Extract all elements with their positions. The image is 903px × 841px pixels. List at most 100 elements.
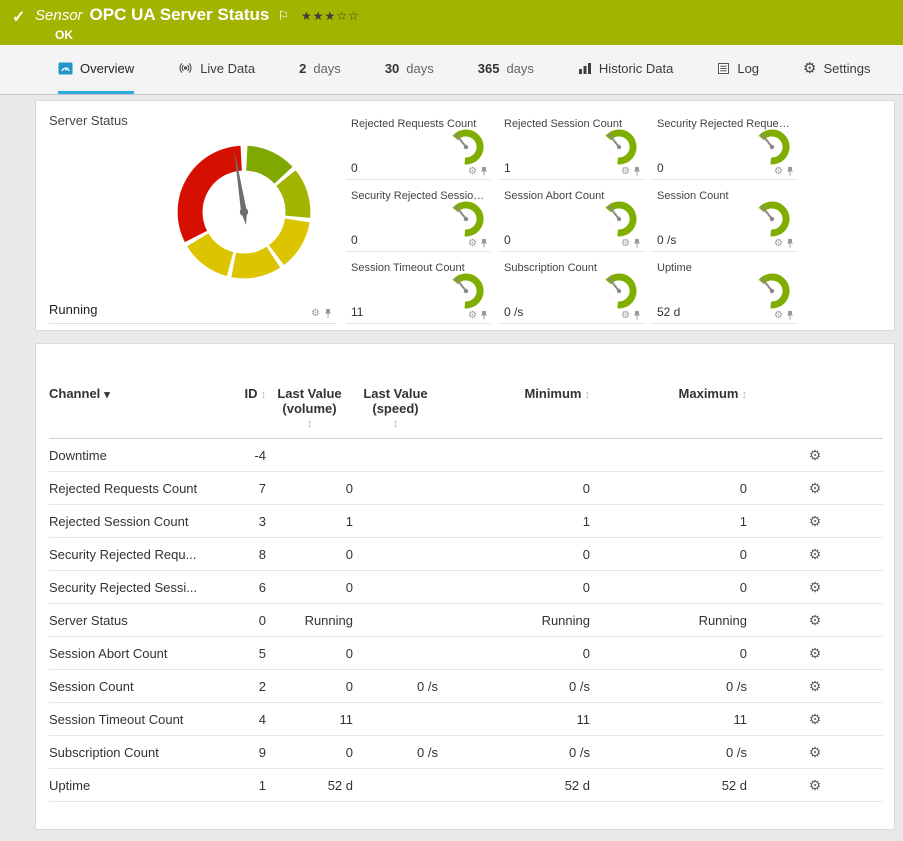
tab-365-days[interactable]: 365 days xyxy=(478,45,534,94)
tab-30-days[interactable]: 30 days xyxy=(385,45,434,94)
sensor-title-row: Sensor OPC UA Server Status ⚐ ★★★☆☆ xyxy=(35,5,360,25)
tab-settings[interactable]: ⚙ Settings xyxy=(803,45,870,94)
table-row: Downtime -4 ⚙ xyxy=(49,439,883,472)
channel-settings-gear-icon[interactable]: ⚙ xyxy=(809,711,822,727)
tab-2-days[interactable]: 2 days xyxy=(299,45,341,94)
pin-icon[interactable] xyxy=(323,308,333,319)
channel-settings-gear-icon[interactable]: ⚙ xyxy=(809,546,822,562)
pin-icon[interactable] xyxy=(632,166,642,177)
mini-gauge-actions: ⚙ xyxy=(774,166,795,177)
channel-settings-gear-icon[interactable]: ⚙ xyxy=(809,645,822,661)
column-header-last-value-speed[interactable]: Last Value (speed)↕ xyxy=(353,386,438,439)
channel-settings-gear-icon[interactable]: ⚙ xyxy=(809,513,822,529)
channel-settings-gear-icon[interactable]: ⚙ xyxy=(809,777,822,793)
mini-gauge xyxy=(446,198,486,238)
star-icon[interactable]: ★ xyxy=(325,9,337,23)
last-value-volume-cell: 0 xyxy=(266,670,353,703)
last-value-volume-cell: 52 d xyxy=(266,769,353,802)
maximum-cell: Running xyxy=(590,604,747,637)
column-header-last-value-volume[interactable]: Last Value (volume)↕ xyxy=(266,386,353,439)
tab-365-days-number: 365 xyxy=(478,61,500,76)
channel-settings-gear-icon[interactable]: ⚙ xyxy=(809,744,822,760)
gear-icon[interactable]: ⚙ xyxy=(774,167,783,177)
channel-cell: Security Rejected Requ... xyxy=(49,538,211,571)
tab-historic-data[interactable]: Historic Data xyxy=(578,45,673,94)
maximum-cell: 0 xyxy=(590,571,747,604)
channel-table: Channel▾ ID↕ Last Value (volume)↕ Last V… xyxy=(49,386,883,802)
channel-cell: Session Count xyxy=(49,670,211,703)
minimum-cell: 0 xyxy=(438,538,590,571)
tab-live-data[interactable]: Live Data xyxy=(178,45,255,94)
last-value-speed-cell: 0 /s xyxy=(353,736,438,769)
id-cell: 6 xyxy=(211,571,266,604)
maximum-cell: 0 xyxy=(590,637,747,670)
gear-icon[interactable]: ⚙ xyxy=(621,167,630,177)
channel-settings-gear-icon[interactable]: ⚙ xyxy=(809,678,822,694)
mini-gauge-value: 1 xyxy=(504,161,511,175)
minimum-cell: 11 xyxy=(438,703,590,736)
pin-icon[interactable] xyxy=(785,310,795,321)
pin-icon[interactable] xyxy=(479,310,489,321)
gear-icon[interactable]: ⚙ xyxy=(468,167,477,177)
tab-live-data-label: Live Data xyxy=(200,61,255,76)
column-header-id[interactable]: ID↕ xyxy=(211,386,266,439)
star-icon[interactable]: ☆ xyxy=(336,9,348,23)
id-cell: 7 xyxy=(211,472,266,505)
star-icon[interactable]: ★ xyxy=(313,9,325,23)
gear-icon[interactable]: ⚙ xyxy=(468,311,477,321)
priority-stars[interactable]: ★★★☆☆ xyxy=(301,9,360,23)
mini-gauge-tile: Subscription Count 0 /s ⚙ xyxy=(499,260,644,324)
channel-settings-gear-icon[interactable]: ⚙ xyxy=(809,612,822,628)
minimum-cell: Running xyxy=(438,604,590,637)
tab-overview[interactable]: Overview xyxy=(58,45,134,94)
table-header-row: Channel▾ ID↕ Last Value (volume)↕ Last V… xyxy=(49,386,883,439)
sensor-header: ✓ Sensor OPC UA Server Status ⚐ ★★★☆☆ OK xyxy=(0,0,903,45)
mini-gauge-actions: ⚙ xyxy=(621,238,642,249)
last-value-volume-cell: 0 xyxy=(266,736,353,769)
mini-gauge-value: 0 /s xyxy=(657,233,676,247)
sort-icon: ↕ xyxy=(353,418,438,430)
gear-icon[interactable]: ⚙ xyxy=(621,311,630,321)
gear-icon[interactable]: ⚙ xyxy=(621,239,630,249)
channel-cell: Session Timeout Count xyxy=(49,703,211,736)
tab-bar: Overview Live Data 2 days 30 days 365 da… xyxy=(0,45,903,95)
pin-icon[interactable] xyxy=(632,310,642,321)
mini-gauge-actions: ⚙ xyxy=(468,310,489,321)
gear-icon[interactable]: ⚙ xyxy=(311,309,320,319)
last-value-speed-cell xyxy=(353,439,438,472)
channel-cell: Uptime xyxy=(49,769,211,802)
maximum-cell: 1 xyxy=(590,505,747,538)
last-value-volume-cell: 0 xyxy=(266,538,353,571)
column-header-channel[interactable]: Channel▾ xyxy=(49,386,211,439)
column-header-minimum[interactable]: Minimum↕ xyxy=(438,386,590,439)
gear-icon[interactable]: ⚙ xyxy=(468,239,477,249)
maximum-cell: 52 d xyxy=(590,769,747,802)
tab-30-days-label: days xyxy=(406,61,433,76)
tab-log[interactable]: Log xyxy=(717,45,759,94)
pin-icon[interactable] xyxy=(785,238,795,249)
table-row: Subscription Count 9 0 0 /s 0 /s 0 /s ⚙ xyxy=(49,736,883,769)
pin-icon[interactable] xyxy=(632,238,642,249)
priority-flag-icon[interactable]: ⚐ xyxy=(277,8,289,24)
star-icon[interactable]: ★ xyxy=(301,9,313,23)
mini-gauge-tile: Uptime 52 d ⚙ xyxy=(652,260,797,324)
gear-icon[interactable]: ⚙ xyxy=(774,239,783,249)
gear-icon[interactable]: ⚙ xyxy=(774,311,783,321)
channel-settings-gear-icon[interactable]: ⚙ xyxy=(809,447,822,463)
pin-icon[interactable] xyxy=(479,166,489,177)
last-value-speed-cell xyxy=(353,703,438,736)
last-value-speed-cell xyxy=(353,604,438,637)
channel-settings-gear-icon[interactable]: ⚙ xyxy=(809,579,822,595)
gear-icon: ⚙ xyxy=(803,61,816,76)
column-header-maximum[interactable]: Maximum↕ xyxy=(590,386,747,439)
pin-icon[interactable] xyxy=(785,166,795,177)
mini-gauge-tile: Rejected Session Count 1 ⚙ xyxy=(499,116,644,180)
table-row: Security Rejected Requ... 8 0 0 0 ⚙ xyxy=(49,538,883,571)
column-header-actions xyxy=(747,386,883,439)
pin-icon[interactable] xyxy=(479,238,489,249)
mini-gauge-tile: Session Abort Count 0 ⚙ xyxy=(499,188,644,252)
minimum-cell: 0 xyxy=(438,571,590,604)
star-icon[interactable]: ☆ xyxy=(348,9,360,23)
channel-settings-gear-icon[interactable]: ⚙ xyxy=(809,480,822,496)
channel-table-body: Downtime -4 ⚙ Rejected Requests Count 7 … xyxy=(49,439,883,802)
